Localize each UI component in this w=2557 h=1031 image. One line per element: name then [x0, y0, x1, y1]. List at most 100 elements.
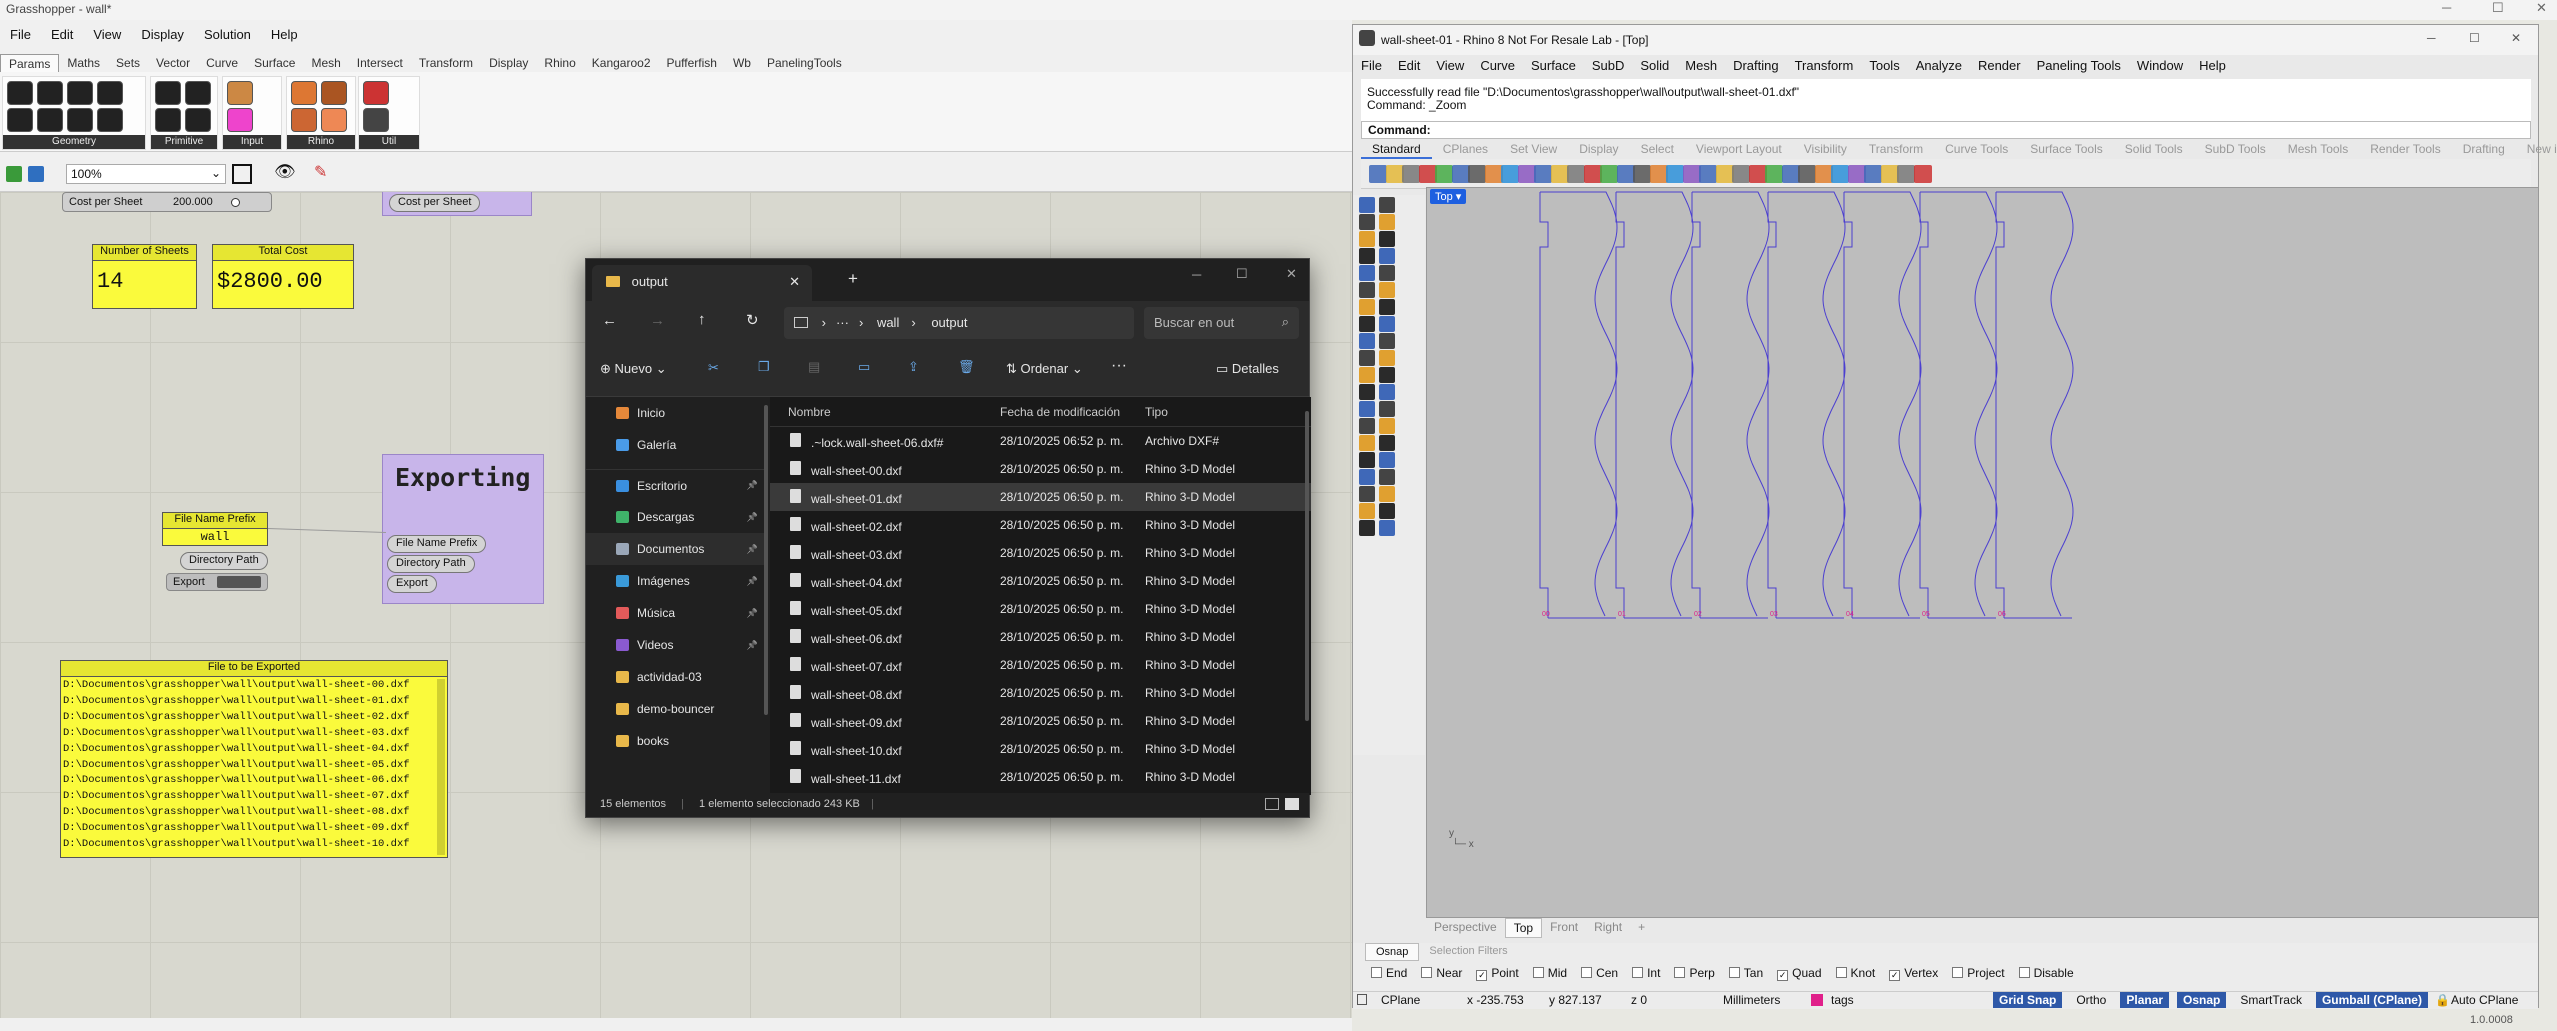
tiles-view-icon[interactable]: [1285, 798, 1299, 810]
rhino-menu-curve[interactable]: Curve: [1472, 55, 1523, 77]
panel-scrollbar[interactable]: [437, 679, 445, 855]
component-icon[interactable]: [7, 81, 33, 105]
rhino-menu-transform[interactable]: Transform: [1787, 55, 1862, 77]
breadcrumb-item[interactable]: wall: [877, 315, 899, 330]
maximize-icon[interactable]: ☐: [1236, 266, 1248, 282]
osnap-vertex[interactable]: ✓ Vertex: [1889, 966, 1938, 981]
export-toggle[interactable]: Export: [166, 573, 268, 591]
toolbar-icon[interactable]: [1765, 165, 1783, 183]
osnap-int[interactable]: Int: [1632, 966, 1660, 980]
component-icon[interactable]: [37, 108, 63, 132]
menu-item-help[interactable]: Help: [261, 24, 308, 46]
osnap-point[interactable]: ✓ Point: [1476, 966, 1519, 981]
rhino-menu-window[interactable]: Window: [2129, 55, 2191, 77]
component-icon[interactable]: [227, 108, 253, 132]
toolbar-tab-select[interactable]: Select: [1630, 141, 1685, 159]
menu-item-edit[interactable]: Edit: [41, 24, 83, 46]
status-toggle-grid-snap[interactable]: Grid Snap: [1993, 992, 2063, 1008]
toolbar-tab-solid-tools[interactable]: Solid Tools: [2114, 141, 2194, 159]
cost-per-sheet-slider[interactable]: Cost per Sheet 200.000: [62, 192, 272, 212]
breadcrumb-item[interactable]: output: [931, 315, 967, 330]
close-icon[interactable]: ✕: [1286, 266, 1297, 282]
status-toggle-osnap[interactable]: Osnap: [2177, 992, 2227, 1008]
file-row[interactable]: wall-sheet-11.dxf 28/10/2025 06:50 p. m. R…: [770, 763, 1311, 791]
tool-icon[interactable]: [1359, 316, 1375, 332]
toolbar-icon[interactable]: [1864, 165, 1882, 183]
checkbox[interactable]: ✓: [1777, 969, 1789, 981]
tab-maths[interactable]: Maths: [59, 54, 108, 72]
tab-panelingtools[interactable]: PanelingTools: [759, 54, 850, 72]
explorer-tab[interactable]: output ✕: [592, 265, 812, 301]
component-icon[interactable]: [227, 81, 253, 105]
tab-intersect[interactable]: Intersect: [349, 54, 411, 72]
tool-icon[interactable]: [1359, 197, 1375, 213]
tab-pufferfish[interactable]: Pufferfish: [659, 54, 725, 72]
toolbar-icon[interactable]: [1517, 165, 1536, 183]
back-arrow-icon[interactable]: ←: [602, 312, 617, 329]
tool-icon[interactable]: [1359, 520, 1375, 536]
open-file-icon[interactable]: [6, 166, 22, 182]
toolbar-icon[interactable]: [1616, 165, 1635, 183]
toolbar-icon[interactable]: [1732, 165, 1750, 183]
component-icon[interactable]: [155, 81, 181, 105]
nav-item-galería[interactable]: Galería: [586, 429, 766, 461]
lock-icon[interactable]: 🔒: [2435, 993, 2450, 1007]
column-date[interactable]: Fecha de modificación: [1000, 405, 1145, 419]
tool-icon[interactable]: [1359, 486, 1375, 502]
toolbar-icon[interactable]: [1814, 165, 1833, 183]
forward-arrow-icon[interactable]: →: [650, 312, 665, 329]
toolbar-icon[interactable]: [1369, 165, 1387, 183]
panels-icon[interactable]: [1357, 994, 1367, 1005]
toolbar-icon[interactable]: [1583, 165, 1602, 183]
osnap-end[interactable]: End: [1371, 966, 1407, 980]
tool-icon[interactable]: [1379, 248, 1395, 264]
tool-icon[interactable]: [1359, 333, 1375, 349]
osnap-tab[interactable]: Osnap: [1365, 943, 1420, 961]
component-icon[interactable]: [67, 108, 93, 132]
osnap-project[interactable]: Project: [1952, 966, 2005, 980]
file-row[interactable]: wall-sheet-10.dxf 28/10/2025 06:50 p. m. R…: [770, 735, 1311, 763]
nav-item-descargas[interactable]: Descargas 📌: [586, 501, 766, 533]
rhino-menu-solid[interactable]: Solid: [1632, 55, 1677, 77]
viewport-tab-top[interactable]: Top: [1504, 918, 1543, 938]
file-row[interactable]: .~lock.wall-sheet-06.dxf# 28/10/2025 06:5…: [770, 427, 1311, 455]
toolbar-tab-transform[interactable]: Transform: [1858, 141, 1934, 159]
file-to-be-exported-panel[interactable]: File to be Exported D:\Documentos\grassh…: [60, 660, 448, 858]
tool-icon[interactable]: [1379, 214, 1395, 230]
nav-item-books[interactable]: books: [586, 725, 766, 757]
file-row[interactable]: wall-sheet-01.dxf 28/10/2025 06:50 p. m. R…: [770, 483, 1311, 511]
pin-icon[interactable]: 📌: [747, 544, 758, 555]
tool-icon[interactable]: [1359, 350, 1375, 366]
component-icon[interactable]: [291, 108, 317, 132]
search-input[interactable]: Buscar en out ⌕: [1144, 307, 1299, 339]
tool-icon[interactable]: [1359, 367, 1375, 383]
nav-item-demo-bouncer[interactable]: demo-bouncer: [586, 693, 766, 725]
osnap-cen[interactable]: Cen: [1581, 966, 1618, 980]
toolbar-icon[interactable]: [1715, 165, 1734, 183]
toolbar-icon[interactable]: [1468, 165, 1486, 183]
toolbar-icon[interactable]: [1897, 165, 1915, 183]
toolbar-icon[interactable]: [1682, 165, 1701, 183]
export-input-prefix[interactable]: File Name Prefix: [387, 535, 487, 553]
rhino-menu-surface[interactable]: Surface: [1523, 55, 1584, 77]
file-row[interactable]: wall-sheet-02.dxf 28/10/2025 06:50 p. m. R…: [770, 511, 1311, 539]
nav-item-inicio[interactable]: Inicio: [586, 397, 766, 429]
component-icon[interactable]: [363, 108, 389, 132]
checkbox[interactable]: [1371, 967, 1382, 978]
paste-icon[interactable]: ▤: [808, 359, 820, 375]
tool-icon[interactable]: [1359, 299, 1375, 315]
column-name[interactable]: Nombre: [770, 405, 1000, 419]
tool-icon[interactable]: [1379, 520, 1395, 536]
tool-icon[interactable]: [1379, 265, 1395, 281]
checkbox[interactable]: [1952, 967, 1964, 978]
new-button[interactable]: ⊕ Nuevo ⌄: [600, 361, 667, 377]
tool-icon[interactable]: [1359, 384, 1375, 400]
tool-icon[interactable]: [1359, 214, 1375, 230]
maximize-icon[interactable]: ☐: [2492, 0, 2504, 16]
viewport-tab-perspective[interactable]: Perspective: [1426, 918, 1505, 938]
component-icon[interactable]: [321, 81, 347, 105]
checkbox[interactable]: [1728, 967, 1740, 978]
checkbox[interactable]: [1581, 967, 1593, 978]
zoom-select[interactable]: 100% ⌄: [66, 164, 226, 184]
status-cplane[interactable]: CPlane: [1381, 993, 1420, 1007]
